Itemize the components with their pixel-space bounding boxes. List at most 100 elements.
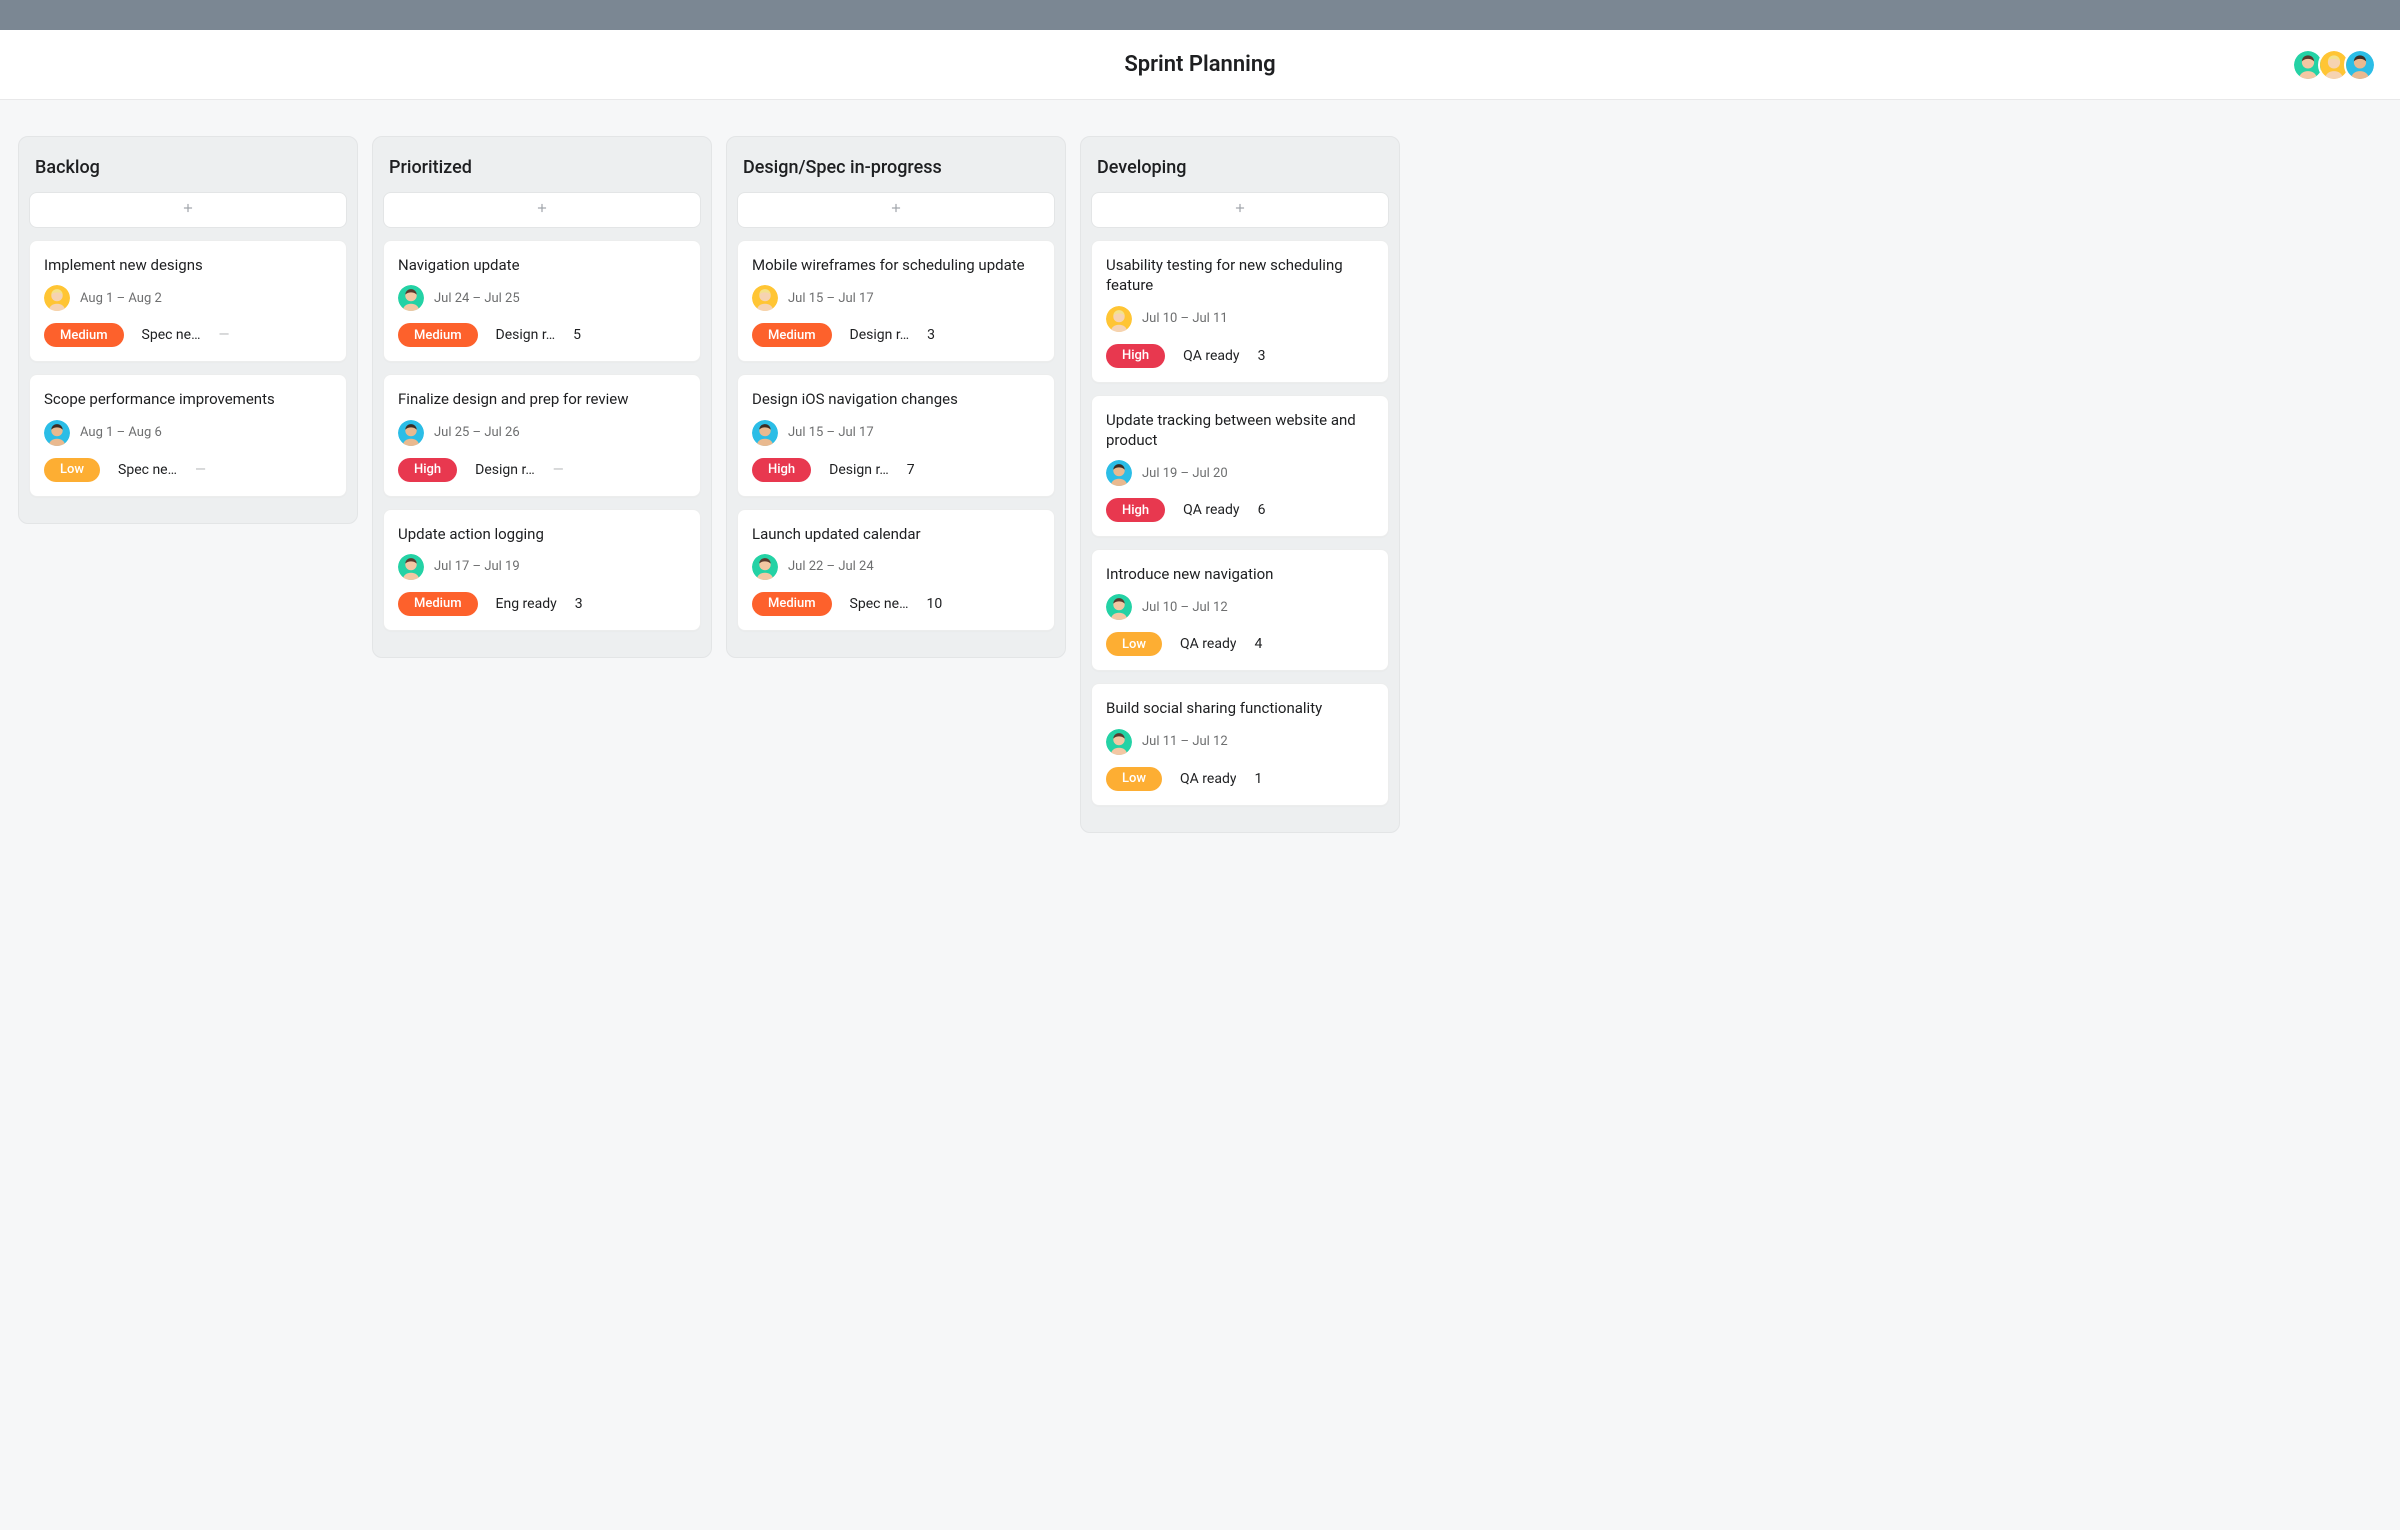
status-tag: Design r… [850, 327, 910, 343]
status-tag: Spec ne… [118, 462, 177, 478]
add-card-button[interactable] [1091, 192, 1389, 228]
task-footer: Medium Spec ne… — [44, 323, 332, 347]
add-card-button[interactable] [383, 192, 701, 228]
task-card[interactable]: Build social sharing functionality Jul 1… [1091, 683, 1389, 805]
board-column: DevelopingUsability testing for new sche… [1080, 136, 1400, 833]
task-footer: Medium Design r… 3 [752, 323, 1040, 347]
status-tag: Design r… [829, 462, 889, 478]
subtask-count: 6 [1258, 502, 1266, 518]
task-meta: Aug 1 – Aug 2 [44, 285, 332, 311]
task-date-range: Jul 15 – Jul 17 [788, 425, 874, 440]
task-meta: Jul 17 – Jul 19 [398, 554, 686, 580]
task-card[interactable]: Mobile wireframes for scheduling update … [737, 240, 1055, 362]
task-card[interactable]: Usability testing for new scheduling fea… [1091, 240, 1389, 383]
task-title: Update tracking between website and prod… [1106, 410, 1374, 451]
task-title: Update action logging [398, 524, 686, 544]
task-title: Navigation update [398, 255, 686, 275]
task-meta: Jul 15 – Jul 17 [752, 285, 1040, 311]
assignee-avatar[interactable] [398, 285, 424, 311]
collaborator-avatars[interactable] [2298, 49, 2376, 81]
subtask-count: 3 [1258, 348, 1266, 364]
window-titlebar [0, 0, 2400, 30]
priority-pill: Medium [44, 323, 124, 347]
subtask-count: — [553, 462, 564, 478]
task-date-range: Jul 15 – Jul 17 [788, 291, 874, 306]
subtask-count: 1 [1254, 771, 1262, 787]
priority-pill: Medium [752, 592, 832, 616]
task-meta: Jul 10 – Jul 11 [1106, 306, 1374, 332]
collaborator-avatar[interactable] [2344, 49, 2376, 81]
column-title: Backlog [29, 151, 347, 192]
task-date-range: Jul 11 – Jul 12 [1142, 734, 1228, 749]
task-footer: LowSpec ne…— [44, 458, 332, 482]
subtask-count: 10 [926, 596, 942, 612]
task-footer: Low QA ready 1 [1106, 767, 1374, 791]
task-card[interactable]: Launch updated calendar Jul 22 – Jul 24M… [737, 509, 1055, 631]
task-title: Scope performance improvements [44, 389, 332, 409]
task-footer: High Design r… — [398, 458, 686, 482]
task-meta: Jul 24 – Jul 25 [398, 285, 686, 311]
task-date-range: Jul 10 – Jul 12 [1142, 600, 1228, 615]
subtask-count: 3 [927, 327, 935, 343]
task-title: Launch updated calendar [752, 524, 1040, 544]
task-card[interactable]: Scope performance improvements Aug 1 – A… [29, 374, 347, 496]
plus-icon [1233, 201, 1247, 219]
status-tag: Spec ne… [142, 327, 201, 343]
status-tag: Design r… [475, 462, 535, 478]
task-card[interactable]: Navigation update Jul 24 – Jul 25 MediumD… [383, 240, 701, 362]
add-card-button[interactable] [29, 192, 347, 228]
task-card[interactable]: Update action logging Jul 17 – Jul 19 Med… [383, 509, 701, 631]
task-card[interactable]: Finalize design and prep for review Jul … [383, 374, 701, 496]
assignee-avatar[interactable] [398, 420, 424, 446]
task-meta: Jul 11 – Jul 12 [1106, 729, 1374, 755]
priority-pill: High [398, 458, 457, 482]
assignee-avatar[interactable] [44, 420, 70, 446]
task-meta: Jul 10 – Jul 12 [1106, 594, 1374, 620]
status-tag: Eng ready [496, 596, 557, 612]
task-title: Build social sharing functionality [1106, 698, 1374, 718]
task-footer: MediumDesign r…5 [398, 323, 686, 347]
task-title: Finalize design and prep for review [398, 389, 686, 409]
column-title: Prioritized [383, 151, 701, 192]
assignee-avatar[interactable] [1106, 460, 1132, 486]
task-meta: Jul 15 – Jul 17 [752, 420, 1040, 446]
subtask-count: 3 [575, 596, 583, 612]
status-tag: QA ready [1180, 771, 1236, 787]
status-tag: Spec ne… [850, 596, 909, 612]
task-date-range: Jul 25 – Jul 26 [434, 425, 520, 440]
add-card-button[interactable] [737, 192, 1055, 228]
subtask-count: — [218, 327, 229, 343]
board-column: Prioritized Navigation update Jul 24 – Ju… [372, 136, 712, 658]
task-card[interactable]: Design iOS navigation changes Jul 15 – J… [737, 374, 1055, 496]
priority-pill: Low [44, 458, 100, 482]
priority-pill: Low [1106, 767, 1162, 791]
task-meta: Jul 25 – Jul 26 [398, 420, 686, 446]
task-card[interactable]: Update tracking between website and prod… [1091, 395, 1389, 538]
task-title: Usability testing for new scheduling fea… [1106, 255, 1374, 296]
task-card[interactable]: Introduce new navigation Jul 10 – Jul 12… [1091, 549, 1389, 671]
assignee-avatar[interactable] [752, 285, 778, 311]
task-footer: HighQA ready3 [1106, 344, 1374, 368]
task-date-range: Jul 17 – Jul 19 [434, 559, 520, 574]
column-title: Design/Spec in-progress [737, 151, 1055, 192]
task-footer: Medium Spec ne… 10 [752, 592, 1040, 616]
priority-pill: Medium [398, 592, 478, 616]
assignee-avatar[interactable] [752, 420, 778, 446]
priority-pill: High [1106, 498, 1165, 522]
board-column: Design/Spec in-progress Mobile wireframes… [726, 136, 1066, 658]
task-title: Introduce new navigation [1106, 564, 1374, 584]
assignee-avatar[interactable] [1106, 306, 1132, 332]
plus-icon [889, 201, 903, 219]
assignee-avatar[interactable] [1106, 594, 1132, 620]
assignee-avatar[interactable] [398, 554, 424, 580]
assignee-avatar[interactable] [44, 285, 70, 311]
task-date-range: Jul 24 – Jul 25 [434, 291, 520, 306]
assignee-avatar[interactable] [1106, 729, 1132, 755]
status-tag: QA ready [1183, 502, 1239, 518]
priority-pill: Medium [752, 323, 832, 347]
status-tag: Design r… [496, 327, 556, 343]
plus-icon [181, 201, 195, 219]
task-card[interactable]: Implement new designs Aug 1 – Aug 2Mediu… [29, 240, 347, 362]
assignee-avatar[interactable] [752, 554, 778, 580]
subtask-count: 4 [1254, 636, 1262, 652]
